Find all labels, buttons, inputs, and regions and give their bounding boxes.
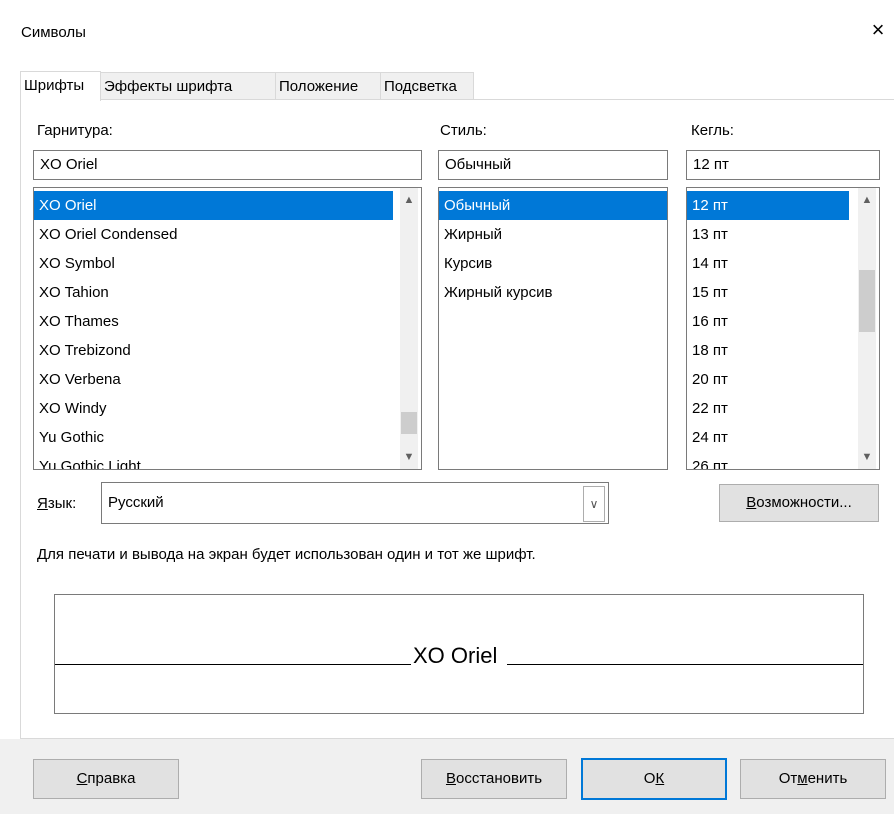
- scroll-up-icon[interactable]: ▲: [400, 190, 418, 210]
- baseline-left: [55, 664, 411, 665]
- chevron-down-icon[interactable]: ∨: [583, 486, 605, 522]
- baseline-right: [507, 664, 863, 665]
- scroll-down-icon[interactable]: ▼: [858, 447, 876, 467]
- size-input[interactable]: 12 пт: [686, 150, 880, 180]
- scroll-thumb[interactable]: [859, 270, 875, 332]
- size-list-item[interactable]: 18 пт: [687, 336, 849, 365]
- family-items: XO Oriel XO Oriel Condensed XO Symbol XO Ta…: [34, 188, 393, 469]
- title-bar: Символы ×: [0, 0, 894, 48]
- tab-highlighting[interactable]: Подсветка: [380, 72, 474, 100]
- style-list-item[interactable]: Жирный курсив: [439, 278, 667, 307]
- scroll-thumb[interactable]: [401, 412, 417, 434]
- style-input[interactable]: Обычный: [438, 150, 668, 180]
- font-preview: XO Oriel: [54, 594, 864, 714]
- family-list-item[interactable]: XO Oriel: [34, 191, 393, 220]
- family-list-item[interactable]: XO Oriel Condensed: [34, 220, 393, 249]
- tab-position[interactable]: Положение: [275, 72, 381, 100]
- family-list-item[interactable]: Yu Gothic: [34, 423, 393, 452]
- family-list-item[interactable]: XO Symbol: [34, 249, 393, 278]
- language-value: Русский: [108, 494, 164, 511]
- window-title: Символы: [21, 24, 86, 41]
- size-list-item[interactable]: 15 пт: [687, 278, 849, 307]
- features-button[interactable]: Возможности...: [719, 484, 879, 522]
- size-list-item[interactable]: 20 пт: [687, 365, 849, 394]
- size-list-item[interactable]: 16 пт: [687, 307, 849, 336]
- family-list-item[interactable]: XO Trebizond: [34, 336, 393, 365]
- size-label: Кегль:: [691, 122, 734, 139]
- family-list-item[interactable]: XO Tahion: [34, 278, 393, 307]
- size-list-item[interactable]: 24 пт: [687, 423, 849, 452]
- tab-fonts[interactable]: Шрифты: [20, 71, 101, 101]
- size-list-item[interactable]: 14 пт: [687, 249, 849, 278]
- size-list[interactable]: 12 пт 13 пт 14 пт 15 пт 16 пт 18 пт 20 пт 22 пт…: [686, 187, 880, 470]
- language-combobox[interactable]: Русский ∨: [101, 482, 609, 524]
- family-input[interactable]: XO Oriel: [33, 150, 422, 180]
- size-list-item[interactable]: 26 пт: [687, 452, 849, 469]
- preview-text: XO Oriel: [413, 643, 498, 668]
- language-label: Язык:: [37, 495, 77, 512]
- family-list-item[interactable]: Yu Gothic Light: [34, 452, 393, 469]
- cancel-button[interactable]: Отменить: [740, 759, 886, 799]
- size-items: 12 пт 13 пт 14 пт 15 пт 16 пт 18 пт 20 пт 22 пт…: [687, 188, 849, 469]
- scroll-down-icon[interactable]: ▼: [400, 447, 418, 467]
- help-button[interactable]: Справка: [33, 759, 179, 799]
- scroll-up-icon[interactable]: ▲: [858, 190, 876, 210]
- style-list-item[interactable]: Жирный: [439, 220, 667, 249]
- size-list-item[interactable]: 22 пт: [687, 394, 849, 423]
- reset-button[interactable]: Восстановить: [421, 759, 567, 799]
- size-scrollbar[interactable]: ▲ ▼: [858, 188, 876, 469]
- tab-font-effects[interactable]: Эффекты шрифта: [100, 72, 276, 100]
- family-list[interactable]: XO Oriel XO Oriel Condensed XO Symbol XO Ta…: [33, 187, 422, 470]
- style-list-item[interactable]: Курсив: [439, 249, 667, 278]
- style-label: Стиль:: [440, 122, 487, 139]
- size-list-item[interactable]: 13 пт: [687, 220, 849, 249]
- family-label: Гарнитура:: [37, 122, 113, 139]
- family-list-item[interactable]: XO Verbena: [34, 365, 393, 394]
- info-text: Для печати и вывода на экран будет испол…: [37, 546, 536, 563]
- style-list-item[interactable]: Обычный: [439, 191, 667, 220]
- size-list-item[interactable]: 12 пт: [687, 191, 849, 220]
- ok-button[interactable]: ОК: [581, 758, 727, 800]
- family-list-item[interactable]: XO Thames: [34, 307, 393, 336]
- style-items: Обычный Жирный Курсив Жирный курсив: [439, 188, 667, 307]
- style-list[interactable]: Обычный Жирный Курсив Жирный курсив: [438, 187, 668, 470]
- family-scrollbar[interactable]: ▲ ▼: [400, 188, 418, 469]
- close-icon[interactable]: ×: [866, 18, 890, 42]
- family-list-item[interactable]: XO Windy: [34, 394, 393, 423]
